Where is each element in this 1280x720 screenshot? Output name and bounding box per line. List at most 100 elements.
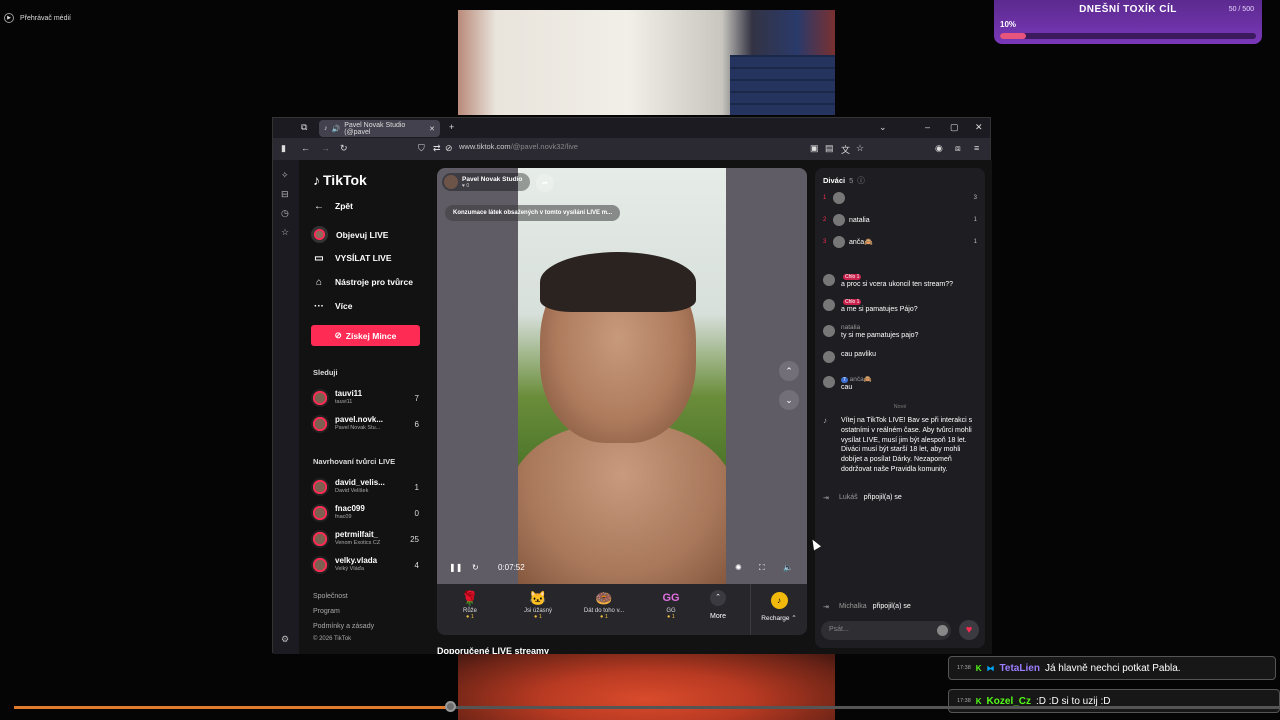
reader-icon[interactable]: ▤ bbox=[825, 143, 834, 154]
chat-message[interactable]: 7 anča🙈 cau bbox=[823, 375, 981, 392]
tiktok-logo-text: TikTok bbox=[323, 172, 367, 188]
refresh-icon[interactable]: ↻ bbox=[472, 563, 479, 572]
back-label: Zpět bbox=[335, 201, 353, 211]
following-item[interactable]: tauvi11 tauvi11 7 bbox=[311, 387, 419, 409]
suggested-item[interactable]: david_velis... David Velíšek 1 bbox=[311, 476, 419, 498]
mute-icon[interactable]: ⊘ bbox=[445, 143, 453, 154]
join-text: připojil(a) se bbox=[872, 603, 911, 610]
player-controls: ❚❚ ↻ 0:07:52 ✺ ⛶ 🔈 bbox=[437, 558, 807, 580]
overlay-author: TetaLien bbox=[999, 662, 1040, 674]
tiktok-logo[interactable]: ♪ TikTok bbox=[313, 172, 367, 188]
gift-gg[interactable]: GG GG ● 1 bbox=[641, 588, 701, 620]
goal-percent: 10% bbox=[1000, 20, 1017, 29]
pause-icon[interactable]: ❚❚ bbox=[449, 563, 462, 572]
previous-live-button[interactable]: ⌃ bbox=[779, 361, 799, 381]
minimize-icon[interactable]: – bbox=[925, 122, 930, 132]
history-icon[interactable]: ◷ bbox=[281, 208, 289, 219]
back-link[interactable]: ← Zpět bbox=[311, 198, 353, 214]
next-live-button[interactable]: ⌄ bbox=[779, 390, 799, 410]
viewer-rank: 2 bbox=[823, 217, 827, 223]
reload-icon[interactable]: ↻ bbox=[340, 143, 348, 154]
verified-icon: ⧓ bbox=[986, 663, 995, 673]
settings-gear-icon[interactable]: ⚙ bbox=[281, 634, 289, 645]
chevron-up-icon: ⌃ bbox=[710, 590, 726, 606]
tab-list-icon[interactable]: ⌄ bbox=[879, 122, 887, 133]
footer-link-program[interactable]: Program bbox=[313, 608, 340, 615]
info-icon[interactable]: ⓘ bbox=[857, 176, 865, 185]
chat-message[interactable]: Chlo 1a me si pamatujes Pájo? bbox=[823, 298, 981, 314]
ai-icon[interactable]: ✧ bbox=[281, 170, 289, 181]
live-video[interactable]: Pavel Novak Studio ♥ 0 ➦ Konzumace látek … bbox=[437, 168, 807, 584]
join-name: Lukáš bbox=[839, 494, 858, 501]
fullscreen-icon[interactable]: ⛶ bbox=[759, 563, 765, 573]
top-viewer[interactable]: 3 anča🙈 1 bbox=[823, 235, 977, 249]
chat-message[interactable]: natalia ty si me pamatujes pajo? bbox=[823, 324, 981, 340]
gift-price: ● 1 bbox=[466, 614, 474, 620]
nav-more[interactable]: ··· Více bbox=[311, 298, 353, 314]
chat-input[interactable]: Psát... bbox=[821, 621, 951, 640]
sync-icon[interactable]: ⊟ bbox=[281, 189, 289, 200]
share-icon[interactable]: ➦ bbox=[536, 174, 554, 192]
system-message-text: Vítej na TikTok LIVE! Bav se při interak… bbox=[841, 417, 973, 473]
footer-link-terms[interactable]: Podmínky a zásady bbox=[313, 623, 374, 630]
chat-text: a proc si vcera ukoncil ten stream?? bbox=[841, 281, 954, 288]
recharge-button[interactable]: ♪ Recharge ⌃ bbox=[750, 584, 807, 635]
nav-explore-live[interactable]: Objevuj LIVE bbox=[311, 226, 388, 243]
top-viewer[interactable]: 13 bbox=[823, 191, 977, 205]
following-item[interactable]: pavel.novk... Pavel Novak Stu... 6 bbox=[311, 413, 419, 435]
heart-icon[interactable]: ♥ bbox=[959, 620, 979, 640]
maximize-icon[interactable]: ▢ bbox=[950, 122, 959, 133]
gift-rose[interactable]: 🌹 Růže ● 1 bbox=[440, 588, 500, 620]
play-icon[interactable]: ▶ bbox=[4, 13, 14, 23]
overlay-chat-message: 17:38 K Kozel_Cz :D :D si to uzij :D bbox=[948, 689, 1280, 713]
gift-awesome[interactable]: 🐱 Jsi úžasný ● 1 bbox=[508, 588, 568, 620]
new-tab-button[interactable]: + bbox=[449, 122, 454, 132]
get-coins-button[interactable]: ⊘ Získej Mince bbox=[311, 325, 420, 346]
account-subtitle: Pavel Novak Stu... bbox=[335, 425, 381, 431]
footer-link-company[interactable]: Společnost bbox=[313, 593, 348, 600]
gift-donut[interactable]: 🍩 Dát do toho v... ● 1 bbox=[574, 588, 634, 620]
permissions-icon[interactable]: ⇄ bbox=[433, 143, 441, 154]
media-progress-handle[interactable] bbox=[445, 701, 456, 712]
tab-overview-icon[interactable]: ⧉ bbox=[301, 122, 307, 133]
more-gifts-button[interactable]: ⌃ More bbox=[710, 590, 726, 620]
nav-go-live[interactable]: ▭ VYSÍLAT LIVE bbox=[311, 250, 391, 266]
suggested-item[interactable]: velky.vlada Velký Vláďa 4 bbox=[311, 554, 419, 576]
account-subtitle: tauvi11 bbox=[335, 399, 353, 405]
bookmark-star-icon[interactable]: ☆ bbox=[856, 143, 864, 154]
browser-window: ⧉ ♪ 🔊 Pavel Novak Studio (@pavel ✕ + ⌄ –… bbox=[272, 117, 992, 654]
account-icon[interactable]: ◉ bbox=[935, 143, 943, 154]
suggested-item[interactable]: fnac099 fnac09 0 bbox=[311, 502, 419, 524]
chat-message[interactable]: cau pavliku bbox=[823, 350, 981, 363]
tab-tiktok[interactable]: ♪ 🔊 Pavel Novak Studio (@pavel ✕ bbox=[319, 120, 440, 137]
emoji-icon[interactable] bbox=[937, 625, 948, 636]
media-progress-bar[interactable] bbox=[14, 706, 1280, 709]
top-viewer[interactable]: 2 natalia 1 bbox=[823, 213, 977, 227]
chat-message[interactable]: Chlo 1a proc si vcera ukoncil ten stream… bbox=[823, 273, 981, 289]
menu-icon[interactable]: ≡ bbox=[974, 143, 979, 153]
extensions-icon[interactable]: ⧈ bbox=[955, 143, 961, 154]
tab-close-icon[interactable]: ✕ bbox=[429, 125, 435, 133]
picture-in-picture-icon[interactable]: ▣ bbox=[810, 143, 819, 154]
overlay-time: 17:38 bbox=[957, 698, 971, 704]
settings-icon[interactable]: ✺ bbox=[735, 563, 742, 572]
host-likes-count: 0 bbox=[466, 182, 470, 189]
translate-icon[interactable]: 文 bbox=[841, 143, 850, 156]
forward-icon[interactable]: → bbox=[321, 143, 330, 153]
shield-icon[interactable]: ⛉ bbox=[418, 143, 425, 154]
url-field[interactable]: www.tiktok.com/@pavel.novk32/live bbox=[459, 142, 578, 151]
avatar bbox=[823, 376, 835, 388]
back-icon[interactable]: ← bbox=[301, 143, 310, 153]
host-info[interactable]: Pavel Novak Studio ♥ 0 bbox=[442, 173, 531, 191]
account-name: petrmilfait_ bbox=[335, 530, 379, 539]
overlay-time: 17:38 bbox=[957, 665, 971, 671]
bookmarks-icon[interactable]: ☆ bbox=[281, 227, 289, 238]
kick-badge-icon: K bbox=[975, 696, 982, 706]
speaker-icon[interactable]: 🔊 bbox=[332, 125, 341, 133]
viewers-header[interactable]: Diváci 5 ⓘ bbox=[823, 175, 865, 186]
suggested-item[interactable]: petrmilfait_ Venom Exotics CZ 25 bbox=[311, 528, 419, 550]
volume-icon[interactable]: 🔈 bbox=[783, 563, 793, 572]
close-window-icon[interactable]: ✕ bbox=[975, 122, 983, 133]
nav-creator-tools[interactable]: ⌂ Nástroje pro tvůrce bbox=[311, 274, 413, 290]
sidebar-toggle-icon[interactable]: ▮ bbox=[281, 143, 286, 154]
